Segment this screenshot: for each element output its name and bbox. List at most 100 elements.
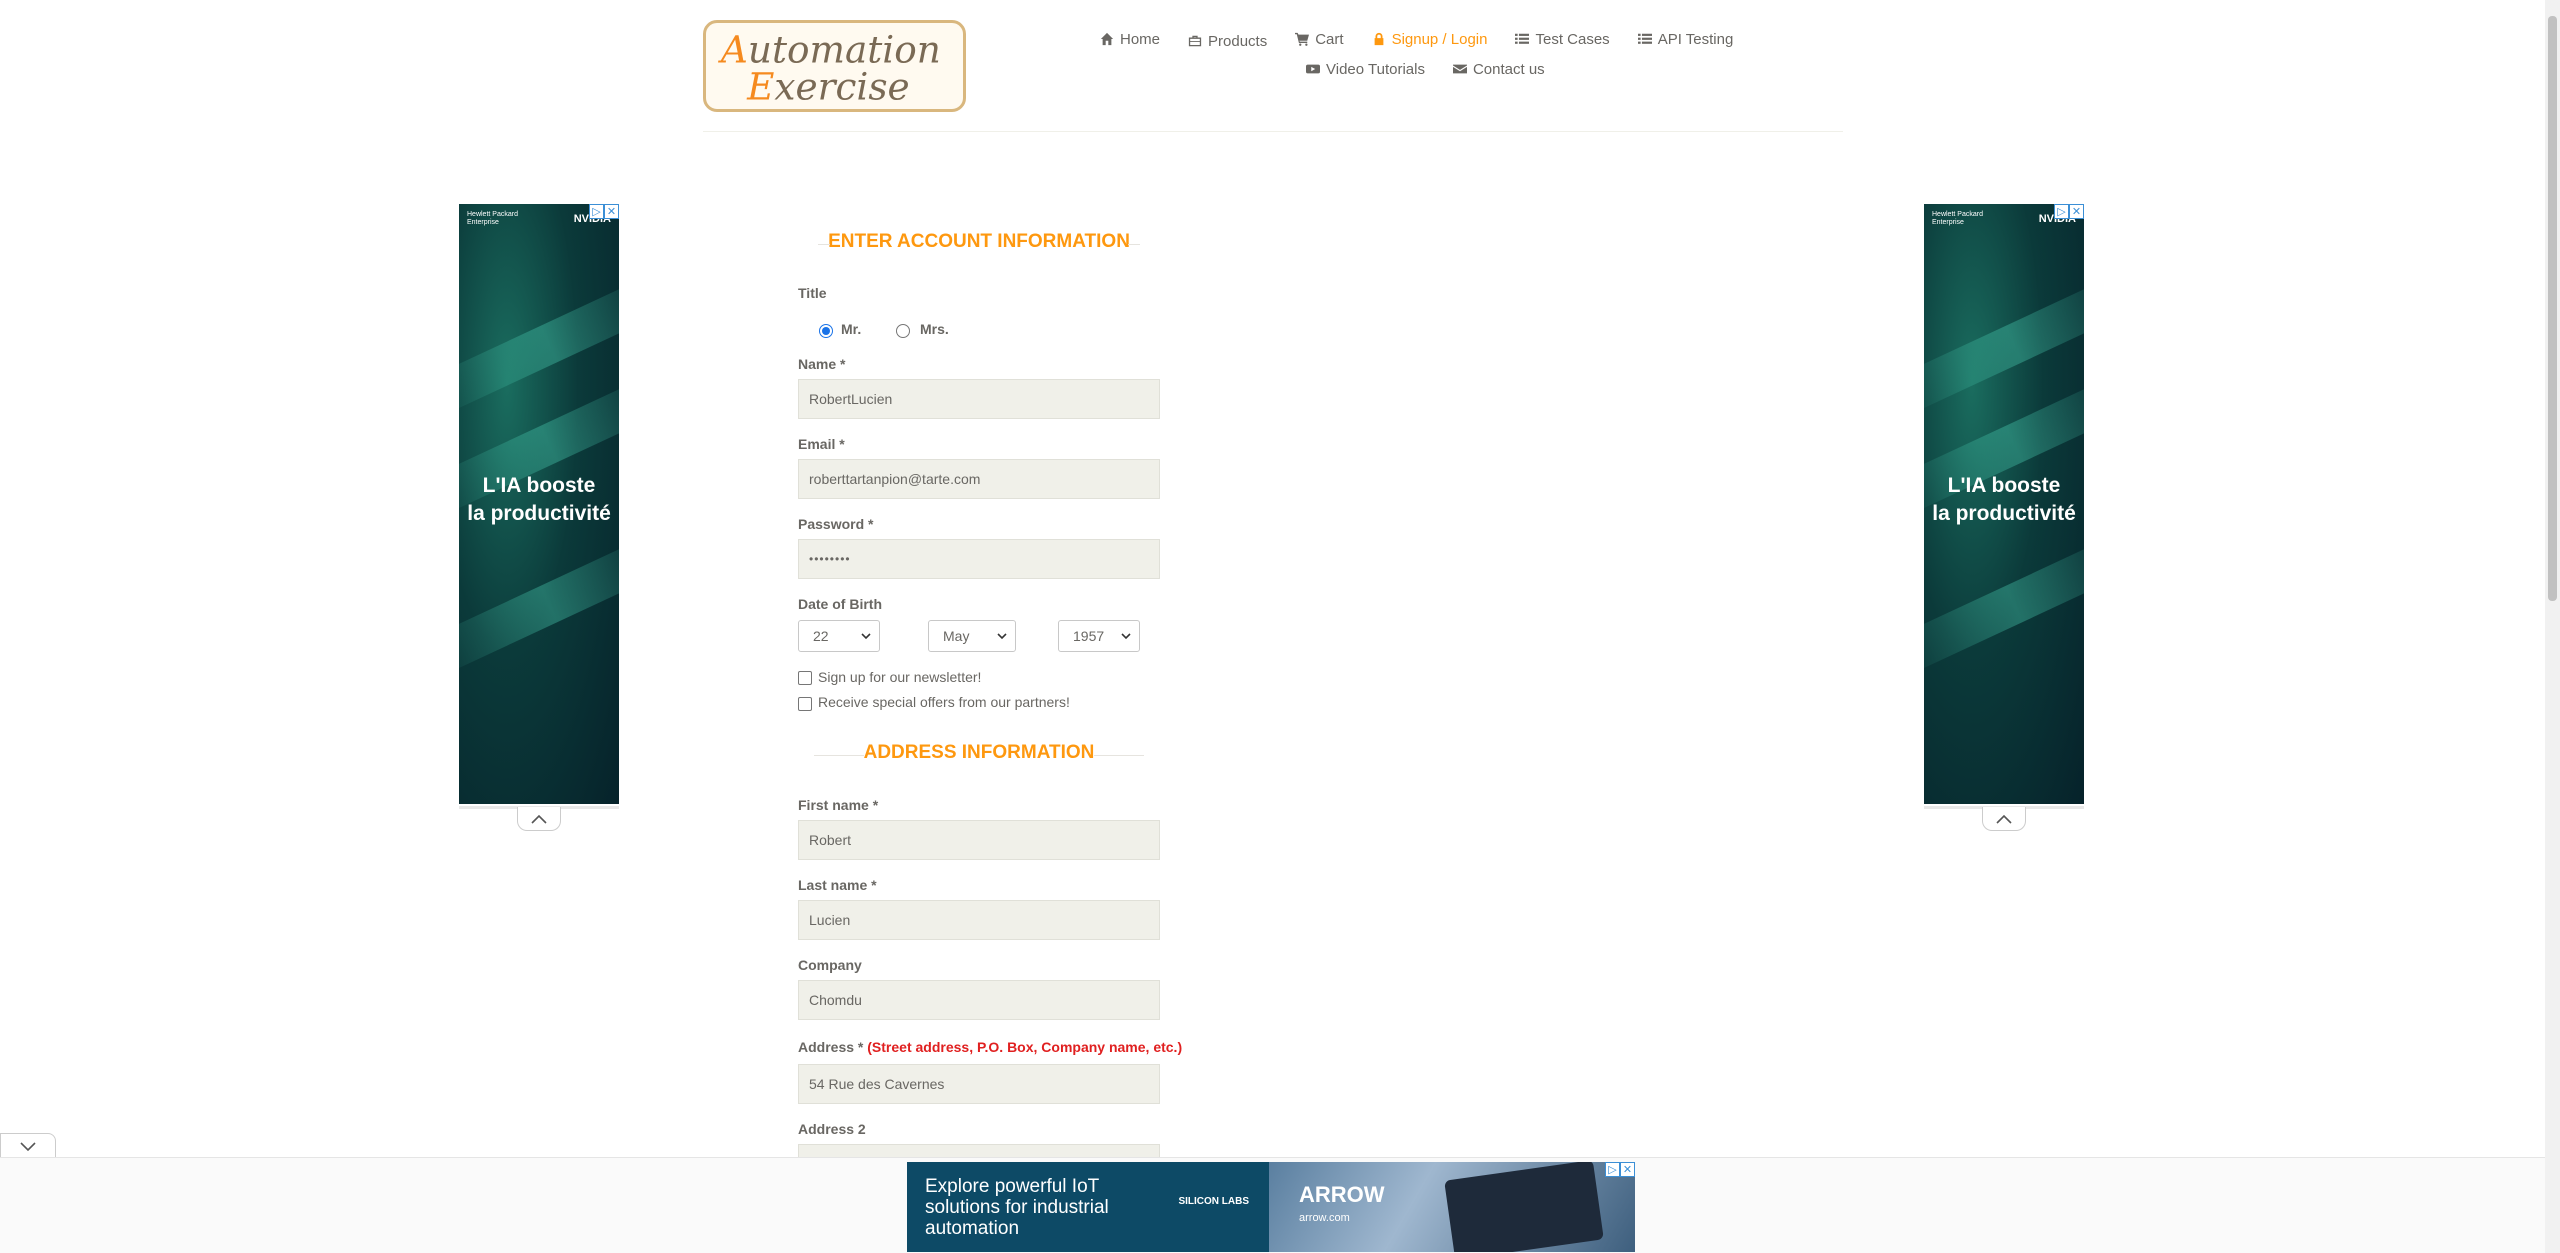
ad-headline-line2: la productivité [467, 502, 611, 525]
svg-text:Exercise: Exercise [746, 65, 910, 109]
ad-close-controls: ▷ ✕ [2054, 204, 2084, 219]
ad-close-controls: ▷ ✕ [1605, 1162, 1635, 1177]
required-mark: * [868, 516, 874, 532]
chevron-up-icon [1996, 814, 2012, 824]
bottom-ad-brand: SILICON LABS [1178, 1196, 1249, 1207]
site-logo[interactable]: Automation Exercise [703, 20, 966, 112]
nav-row-2: Video Tutorials Contact us [1100, 56, 1740, 82]
chevron-down-icon [861, 633, 871, 640]
title-mrs-radio[interactable] [896, 324, 910, 338]
first-name-input[interactable]: Robert [798, 820, 1160, 860]
ad-close-icon[interactable]: ✕ [1620, 1162, 1635, 1177]
required-mark: * [840, 356, 846, 372]
bottom-ad-left-panel: Explore powerful IoT solutions for indus… [907, 1162, 1269, 1252]
dob-month-select[interactable]: May [928, 620, 1016, 652]
name-label-text: Name [798, 356, 837, 372]
page-scrollbar[interactable] [2545, 0, 2560, 1253]
first-name-label: First name * [798, 797, 878, 813]
nav-item-label: Signup / Login [1391, 30, 1488, 48]
first-name-label-text: First name [798, 797, 869, 813]
password-label-text: Password [798, 516, 865, 532]
nav-item-api-testing[interactable]: API Testing [1637, 31, 1733, 48]
ad-headline: L'IA booste la productivité [1924, 472, 2084, 528]
address-hint: (Street address, P.O. Box, Company name,… [867, 1039, 1183, 1055]
bottom-ad-right-panel: ARROW arrow.com [1269, 1162, 1635, 1252]
offers-checkbox[interactable] [798, 697, 812, 711]
required-mark: * [857, 1039, 864, 1055]
site-header: Automation Exercise Home Products Cart S… [0, 0, 2545, 132]
bottom-ad-url: arrow.com [1299, 1212, 1350, 1224]
password-input[interactable]: •••••••• [798, 539, 1160, 579]
ad-headline-line1: L'IA booste [482, 474, 596, 497]
nav-item-contact-us[interactable]: Contact us [1452, 61, 1545, 78]
nav-row-1: Home Products Cart Signup / Login Test C… [1100, 26, 1740, 52]
address-heading-text: ADDRESS INFORMATION [863, 742, 1095, 763]
company-input[interactable]: Chomdu [798, 980, 1160, 1020]
heading-rule-left [814, 755, 864, 756]
ad-close-icon[interactable]: ✕ [604, 204, 619, 219]
heading-rule-left [818, 244, 830, 245]
ad-brand-left: Hewlett Packard Enterprise [1932, 211, 1983, 226]
chevron-up-icon [531, 814, 547, 824]
scrollbar-thumb[interactable] [2548, 16, 2557, 601]
bottom-ad-text: Explore powerful IoT solutions for indus… [925, 1176, 1109, 1239]
nav-item-video-tutorials[interactable]: Video Tutorials [1306, 61, 1425, 78]
address-label-text: Address [798, 1039, 855, 1055]
nav-item-home[interactable]: Home [1100, 31, 1160, 48]
address-label: Address * (Street address, P.O. Box, Com… [798, 1039, 1182, 1055]
envelope-icon [1452, 64, 1467, 74]
title-mr-label: Mr. [841, 321, 862, 337]
ad-light-streak [459, 270, 619, 418]
nav-item-cart[interactable]: Cart [1295, 31, 1344, 48]
ad-close-icon[interactable]: ✕ [2069, 204, 2084, 219]
nav-item-label: Products [1208, 32, 1268, 50]
bottom-ad-collapse-button[interactable] [0, 1133, 56, 1157]
left-side-ad[interactable]: Hewlett Packard Enterprise NVIDIA L'IA b… [459, 204, 619, 804]
dob-label: Date of Birth [798, 596, 882, 612]
ad-headline-line2: la productivité [1932, 502, 2076, 525]
nav-item-products[interactable]: Products [1188, 33, 1267, 50]
ad-light-streak [1924, 530, 2084, 678]
list-icon [1515, 33, 1530, 44]
address2-input[interactable] [798, 1144, 1160, 1158]
youtube-icon [1306, 64, 1320, 74]
nav-item-label: Home [1120, 30, 1161, 48]
ad-info-icon[interactable]: ▷ [589, 204, 604, 219]
email-input[interactable]: roberttartanpion@tarte.com [798, 459, 1160, 499]
tablet-image [1444, 1162, 1604, 1252]
address-section-heading: ADDRESS INFORMATION [798, 742, 1160, 764]
offers-label: Receive special offers from our partners… [818, 694, 1070, 710]
name-label: Name * [798, 356, 845, 372]
nav-item-signup-login[interactable]: Signup / Login [1372, 30, 1488, 48]
ad-brand-left: Hewlett Packard Enterprise [467, 211, 518, 226]
account-section-heading: ENTER ACCOUNT INFORMATION [798, 231, 1160, 253]
dob-year-value: 1957 [1073, 628, 1105, 644]
ad-light-streak [459, 530, 619, 678]
name-input[interactable]: RobertLucien [798, 379, 1160, 419]
ad-light-streak [1924, 270, 2084, 418]
right-side-ad[interactable]: Hewlett Packard Enterprise NVIDIA L'IA b… [1924, 204, 2084, 804]
last-name-input[interactable]: Lucien [798, 900, 1160, 940]
ad-info-icon[interactable]: ▷ [1605, 1162, 1620, 1177]
bottom-banner-ad[interactable]: Explore powerful IoT solutions for indus… [907, 1162, 1635, 1252]
email-label-text: Email [798, 436, 836, 452]
dob-month-value: May [943, 628, 970, 644]
ad-info-icon[interactable]: ▷ [2054, 204, 2069, 219]
products-icon [1188, 35, 1202, 47]
dob-year-select[interactable]: 1957 [1058, 620, 1140, 652]
ad-headline-line1: L'IA booste [1947, 474, 2061, 497]
newsletter-checkbox[interactable] [798, 671, 812, 685]
left-ad-collapse-button[interactable] [517, 807, 561, 831]
dob-day-select[interactable]: 22 [798, 620, 880, 652]
required-mark: * [871, 877, 877, 893]
nav-item-test-cases[interactable]: Test Cases [1515, 30, 1610, 48]
nav-item-label: Video Tutorials [1326, 60, 1425, 78]
address-input[interactable]: 54 Rue des Cavernes [798, 1064, 1160, 1104]
title-mr-radio[interactable] [819, 324, 833, 338]
password-label: Password * [798, 516, 873, 532]
right-ad-collapse-button[interactable] [1982, 807, 2026, 831]
nav-item-label: Test Cases [1535, 30, 1610, 48]
title-label: Title [798, 285, 827, 301]
chevron-down-icon [20, 1141, 36, 1151]
chevron-down-icon [1121, 633, 1131, 640]
